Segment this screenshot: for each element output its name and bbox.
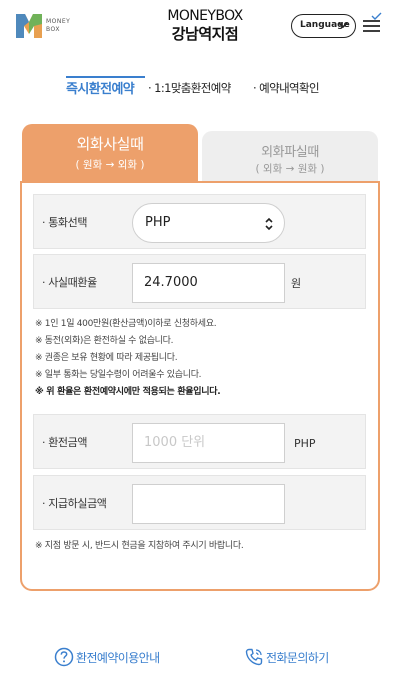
sell-tab-title: 외화파실때 <box>261 145 319 160</box>
amount-label: · 환전금액 <box>42 436 88 449</box>
brand-name: MONEYBOX <box>167 8 243 24</box>
sell-tab-subtitle: ( 외화 → 원화 ) <box>255 163 325 175</box>
notice-item-emphasis: ※ 위 환율은 환전예약시에만 적용되는 환율입니다. <box>35 387 221 397</box>
tab-buy-foreign-currency[interactable]: 외화사실때 ( 원화 → 외화 ) <box>22 124 198 184</box>
language-button[interactable]: Language <box>291 14 356 38</box>
payment-amount-field <box>132 484 285 524</box>
rate-field: 24.7000 <box>132 263 285 303</box>
currency-select-value: PHP <box>145 215 171 230</box>
help-circle-icon <box>54 647 74 667</box>
amount-placeholder: 1000 단위 <box>144 435 206 450</box>
rate-row: · 사실때환율 24.7000 원 <box>33 254 366 309</box>
chevron-down-icon <box>338 22 348 29</box>
amount-row: · 환전금액 1000 단위 PHP <box>33 414 366 469</box>
reservation-nav: 즉시환전예약 · 1:1맞춤환전예약 · 예약내역확인 <box>0 76 400 104</box>
payment-label: · 지급하실금액 <box>42 497 107 510</box>
visit-cash-notice: ※ 지점 방문 시, 반드시 현금을 지참하여 주시기 바랍니다. <box>35 541 244 551</box>
tab-custom-reservation[interactable]: · 1:1맞춤환전예약 <box>148 80 231 96</box>
rate-value: 24.7000 <box>144 275 198 290</box>
currency-label: · 통화선택 <box>42 216 88 229</box>
notice-item: ※ 일부 통화는 당일수령이 어려울수 있습니다. <box>35 370 202 380</box>
moneybox-logo[interactable]: MONEY BOX <box>16 14 76 38</box>
currency-select[interactable]: PHP <box>132 203 285 243</box>
rate-label: · 사실때환율 <box>42 276 97 289</box>
buy-tab-subtitle: ( 원화 → 외화 ) <box>75 159 145 171</box>
rate-unit: 원 <box>291 277 302 290</box>
branch-name: 강남역지점 <box>171 25 239 43</box>
amount-unit: PHP <box>294 437 316 450</box>
phone-inquiry-link[interactable]: 전화문의하기 <box>244 647 344 669</box>
notice-item: ※ 1인 1일 400만원(환산금액)이하로 신청하세요. <box>35 319 217 329</box>
tab-instant-reservation[interactable]: 즉시환전예약 <box>66 78 135 97</box>
logo-text: MONEY BOX <box>46 18 70 34</box>
notice-item: ※ 권종은 보유 현황에 따라 제공됩니다. <box>35 353 178 363</box>
logo-text-line2: BOX <box>46 26 60 33</box>
notice-list: ※ 1인 1일 400만원(환산금액)이하로 신청하세요. ※ 동전(외화)은 … <box>35 316 365 401</box>
phone-inquiry-label: 전화문의하기 <box>266 651 329 665</box>
buy-tab-title: 외화사실때 <box>76 135 144 153</box>
logo-mark-icon <box>16 14 42 38</box>
hamburger-menu-icon[interactable] <box>361 12 383 34</box>
tab-reservation-history[interactable]: · 예약내역확인 <box>253 80 320 96</box>
app-header: MONEY BOX MONEYBOX 강남역지점 Language <box>0 0 400 52</box>
notice-item: ※ 동전(외화)은 환전하실 수 없습니다. <box>35 336 174 346</box>
branch-title: MONEYBOX 강남역지점 <box>150 8 260 43</box>
select-updown-icon <box>265 217 273 231</box>
logo-text-line1: MONEY <box>46 18 71 25</box>
tab-sell-foreign-currency[interactable]: 외화파실때 ( 외화 → 원화 ) <box>202 131 378 181</box>
amount-input[interactable]: 1000 단위 <box>132 423 285 463</box>
currency-row: · 통화선택 PHP <box>33 194 366 249</box>
reservation-guide-label: 환전예약이용안내 <box>76 651 160 665</box>
phone-icon <box>245 648 263 666</box>
reservation-guide-link[interactable]: 환전예약이용안내 <box>54 647 184 669</box>
payment-row: · 지급하실금액 <box>33 475 366 530</box>
